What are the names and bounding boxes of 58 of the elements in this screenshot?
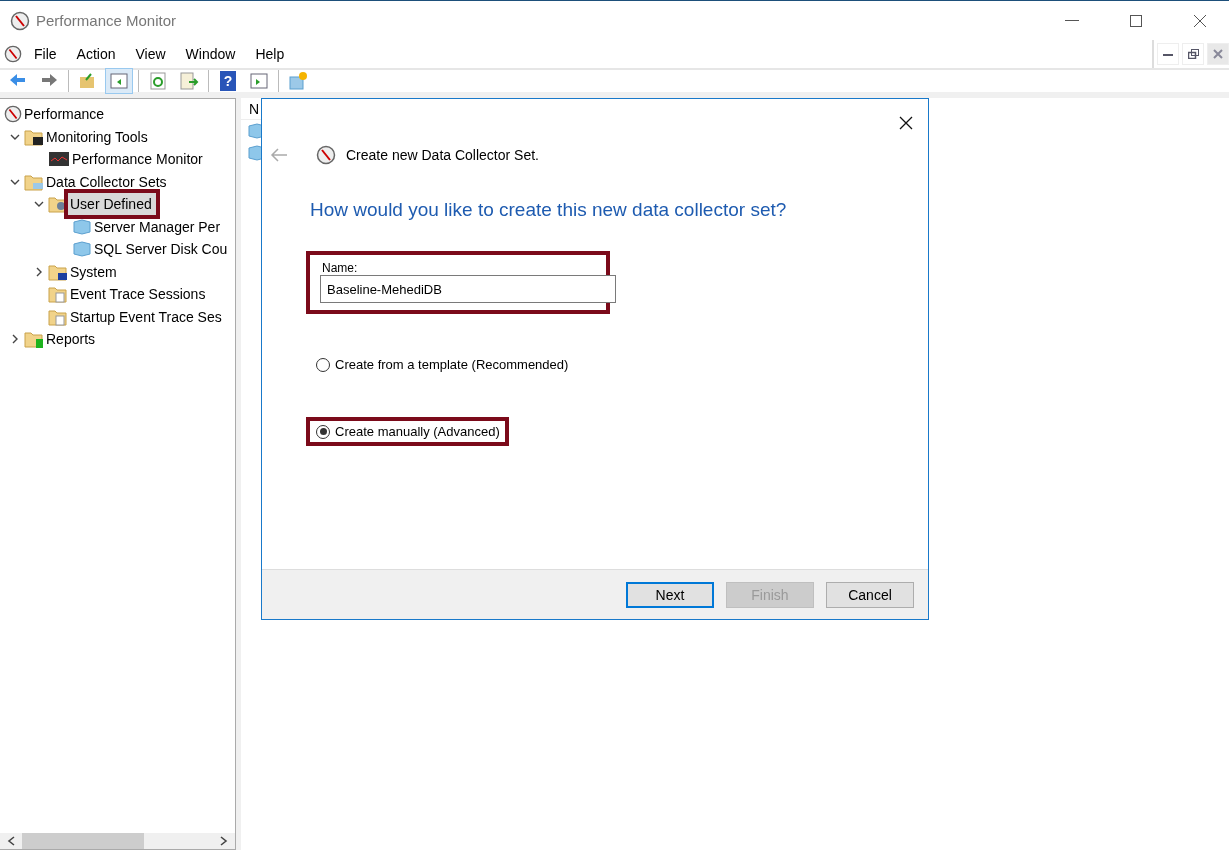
radio-option[interactable]: Create from a template (Recommended)	[306, 350, 578, 379]
new-window-icon	[288, 71, 308, 91]
radio-option[interactable]: Create manually (Advanced)	[306, 417, 509, 446]
help-button[interactable]: ?	[220, 71, 236, 91]
console-tree-icon	[109, 71, 129, 91]
wizard-icon	[316, 145, 336, 165]
tree-item[interactable]: Reports	[44, 328, 100, 351]
refresh-icon	[148, 71, 168, 91]
tree-item[interactable]: SQL Server Disk Cou	[92, 238, 232, 261]
folder-icon	[24, 127, 44, 146]
export-list-icon	[179, 71, 199, 91]
expand-chevron-icon[interactable]	[34, 266, 44, 277]
close-icon	[899, 116, 913, 130]
radio-button[interactable]	[316, 424, 330, 439]
expand-chevron-icon[interactable]	[10, 334, 20, 345]
tree-item[interactable]: Event Trace Sessions	[68, 283, 210, 306]
restore-icon	[1187, 49, 1199, 59]
cube-icon	[72, 218, 92, 235]
horizontal-scrollbar[interactable]	[0, 833, 235, 849]
cube-icon	[72, 241, 92, 258]
field-label: Name:	[322, 261, 359, 275]
wizard-question: How would you like to create this new data collector set?	[310, 199, 788, 221]
action-pane-icon	[249, 71, 269, 91]
app-menu-icon	[4, 45, 22, 63]
folder-icon	[24, 330, 44, 349]
tree-item[interactable]: Monitoring Tools	[44, 125, 152, 148]
app-icon	[10, 10, 30, 31]
dialog-button[interactable]: Cancel	[826, 581, 914, 608]
monitor-chart-icon	[48, 151, 70, 168]
tree-item[interactable]: Performance	[22, 103, 109, 126]
radio-button[interactable]	[316, 357, 330, 372]
tree-item[interactable]: Server Manager Per	[92, 215, 225, 238]
folder-icon	[24, 172, 44, 191]
window-title: Performance Monitor	[36, 12, 178, 29]
tree-item[interactable]: Data Collector Sets	[44, 170, 171, 193]
tree-item[interactable]: Performance Monitor	[70, 148, 207, 171]
close-icon	[1213, 49, 1223, 59]
close-icon	[1193, 13, 1207, 28]
dialog-button[interactable]: Next	[626, 581, 714, 608]
folder-icon	[48, 307, 68, 326]
menu-item[interactable]: Window	[177, 44, 244, 64]
menu-item[interactable]: File	[26, 44, 65, 64]
tree-item[interactable]: Startup Event Trace Ses	[68, 305, 226, 328]
folder-icon	[48, 285, 68, 304]
minimize-icon	[1065, 19, 1079, 22]
scrollbar-thumb[interactable]	[22, 833, 144, 849]
restore-button[interactable]	[1182, 43, 1204, 65]
performance-gauge-icon	[4, 105, 22, 124]
minimize-button[interactable]	[1157, 43, 1179, 65]
name-field[interactable]: Baseline-MehediDB	[320, 275, 616, 303]
dialog-title: Create new Data Collector Set.	[346, 147, 539, 163]
menu-item[interactable]: Help	[247, 44, 293, 64]
maximize-icon	[1130, 14, 1142, 27]
menu-item[interactable]: Action	[68, 44, 124, 64]
tree-item[interactable]: System	[68, 260, 121, 283]
menu-item[interactable]: View	[127, 44, 174, 64]
minimize-icon	[1163, 52, 1173, 56]
folder-icon	[48, 262, 68, 281]
